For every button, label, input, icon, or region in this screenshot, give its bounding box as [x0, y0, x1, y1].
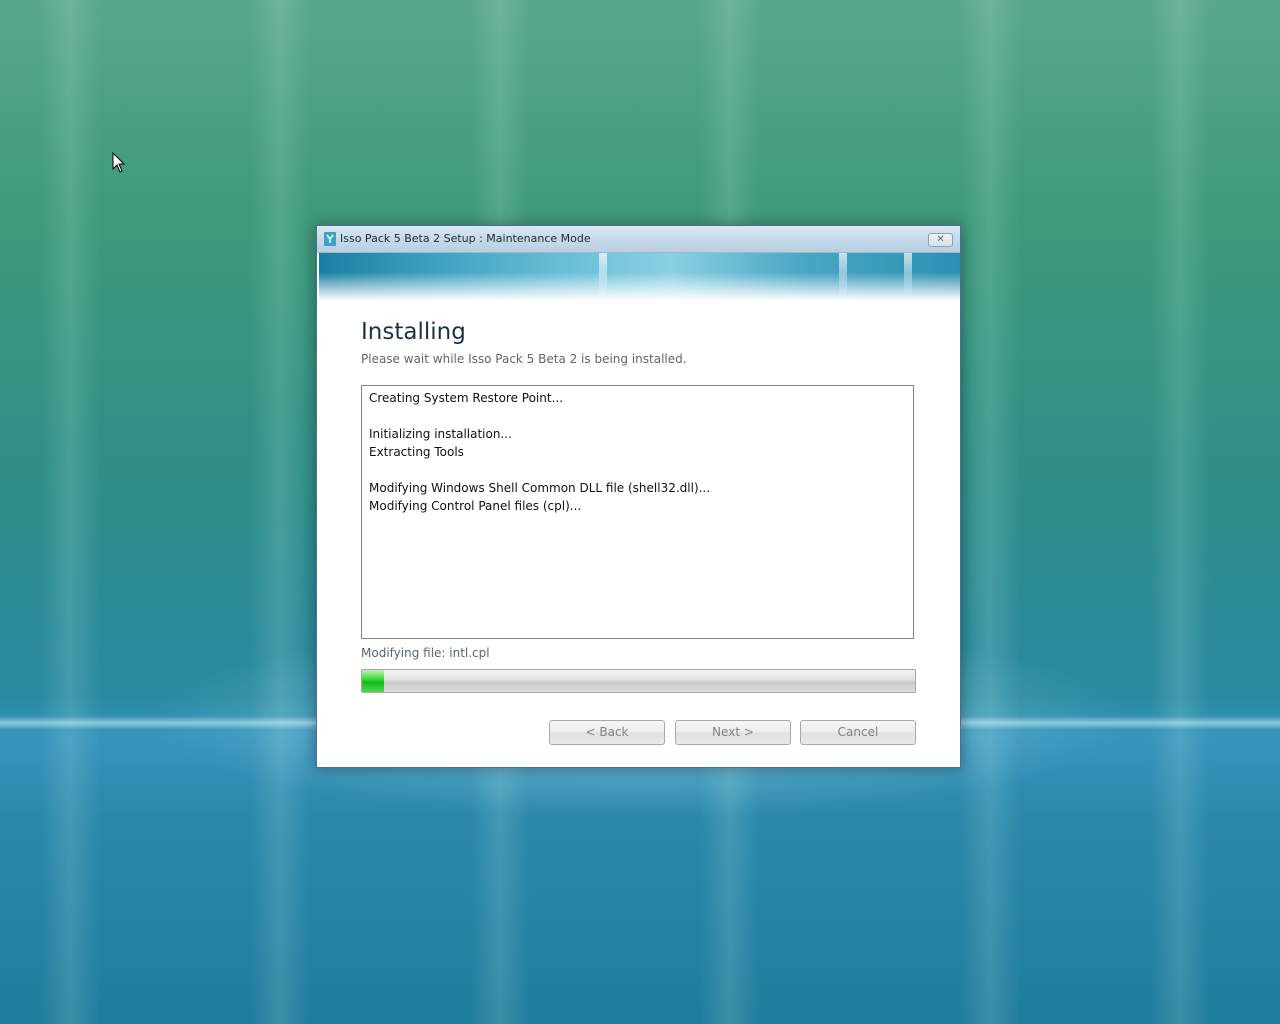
current-file-status: Modifying file: intl.cpl — [361, 646, 490, 660]
back-button[interactable]: < Back — [549, 720, 665, 745]
close-button[interactable]: ✕ — [928, 233, 953, 247]
header-banner — [319, 253, 960, 301]
log-line: Extracting Tools — [369, 445, 464, 459]
window-title: Isso Pack 5 Beta 2 Setup : Maintenance M… — [340, 232, 591, 245]
wallpaper-streak — [1150, 0, 1210, 1024]
banner-streak — [599, 253, 607, 301]
desktop-background: Isso Pack 5 Beta 2 Setup : Maintenance M… — [0, 0, 1280, 1024]
cancel-button[interactable]: Cancel — [800, 720, 916, 745]
log-line: Modifying Windows Shell Common DLL file … — [369, 481, 711, 495]
banner-streak — [839, 253, 847, 301]
setup-window: Isso Pack 5 Beta 2 Setup : Maintenance M… — [316, 225, 961, 768]
title-bar[interactable]: Isso Pack 5 Beta 2 Setup : Maintenance M… — [317, 226, 960, 253]
log-line: Modifying Control Panel files (cpl)... — [369, 499, 582, 513]
log-line: Initializing installation... — [369, 427, 512, 441]
setup-app-icon — [324, 232, 336, 246]
wallpaper-streak — [250, 0, 310, 1024]
install-log[interactable]: Creating System Restore Point... Initial… — [361, 385, 914, 639]
page-title: Installing — [361, 319, 466, 345]
mouse-cursor-icon — [112, 152, 126, 173]
install-progress-bar — [361, 669, 916, 693]
close-icon: ✕ — [936, 234, 945, 245]
page-subtitle: Please wait while Isso Pack 5 Beta 2 is … — [361, 352, 687, 366]
banner-streak — [904, 253, 912, 301]
wallpaper-streak — [960, 0, 1020, 1024]
progress-fill — [362, 670, 384, 692]
next-button[interactable]: Next > — [675, 720, 791, 745]
log-line: Creating System Restore Point... — [369, 391, 564, 405]
wallpaper-streak — [40, 0, 100, 1024]
